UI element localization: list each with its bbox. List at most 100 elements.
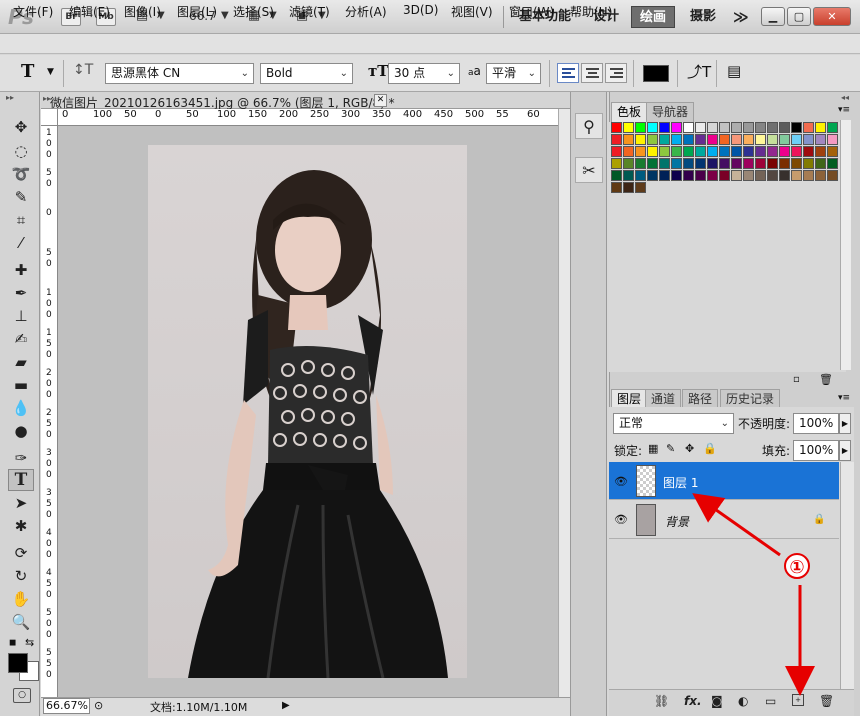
color-swatch[interactable] [695, 134, 706, 145]
color-swatch[interactable] [767, 146, 778, 157]
tab-paths[interactable]: 路径 [682, 389, 719, 409]
character-panel-icon[interactable]: ▤ [727, 62, 741, 80]
color-swatch[interactable] [803, 146, 814, 157]
visibility-eye-icon[interactable]: 👁 [613, 475, 629, 489]
eyedropper-tool-icon[interactable]: ⁄ [8, 232, 34, 254]
color-swatch[interactable] [803, 158, 814, 169]
lock-position-icon[interactable]: ✥ [685, 442, 694, 455]
type-tool-icon[interactable]: T [8, 469, 34, 491]
color-swatch[interactable] [815, 122, 826, 133]
color-swatch[interactable] [815, 170, 826, 181]
adjustment-layer-icon[interactable]: ◐ [738, 694, 748, 708]
color-swatch[interactable] [623, 158, 634, 169]
path-selection-tool-icon[interactable]: ➤ [8, 492, 34, 514]
color-swatch[interactable] [755, 158, 766, 169]
color-swatch[interactable] [635, 170, 646, 181]
color-swatch[interactable] [779, 122, 790, 133]
tab-navigator[interactable]: 导航器 [646, 102, 695, 122]
text-orientation-icon[interactable]: ↕T [73, 62, 93, 78]
color-swatch[interactable] [623, 122, 634, 133]
color-swatch[interactable] [635, 146, 646, 157]
quick-selection-tool-icon[interactable]: ✎ [8, 186, 34, 208]
color-swatch[interactable] [611, 158, 622, 169]
color-swatch[interactable] [695, 146, 706, 157]
color-swatch[interactable] [731, 122, 742, 133]
color-swatch[interactable] [791, 146, 802, 157]
align-right-icon[interactable] [605, 63, 627, 83]
healing-brush-tool-icon[interactable]: ✚ [8, 259, 34, 281]
chevron-down-icon[interactable]: ▼ [47, 67, 54, 77]
color-swatch[interactable] [803, 170, 814, 181]
lock-all-icon[interactable]: 🔒 [703, 442, 717, 455]
color-swatch[interactable] [719, 134, 730, 145]
panel-menu-icon[interactable]: ▾≡ [838, 393, 850, 403]
ruler-origin[interactable] [41, 109, 58, 126]
color-swatch[interactable] [803, 122, 814, 133]
layers-scrollbar[interactable] [840, 462, 854, 689]
layer-name[interactable]: 图层 1 [663, 474, 698, 491]
color-swatch[interactable] [791, 134, 802, 145]
menu-analysis[interactable]: 分析(A) [345, 3, 387, 20]
lasso-tool-icon[interactable]: ➰ [8, 163, 34, 185]
blur-tool-icon[interactable]: 💧 [8, 397, 34, 419]
color-swatch[interactable] [743, 134, 754, 145]
new-group-icon[interactable]: ▭ [765, 694, 776, 708]
tab-layers[interactable]: 图层 [611, 389, 648, 409]
color-swatch[interactable] [767, 158, 778, 169]
type-tool-preset-icon[interactable]: T [21, 61, 34, 82]
menu-select[interactable]: 选择(S) [233, 3, 274, 20]
menu-file[interactable]: 文件(F) [13, 3, 53, 20]
trash-icon[interactable]: 🗑 [819, 373, 833, 386]
color-swatch[interactable] [635, 182, 646, 193]
color-swatch[interactable] [767, 170, 778, 181]
color-swatch[interactable] [815, 146, 826, 157]
color-swatch[interactable] [611, 182, 622, 193]
color-swatch[interactable] [755, 146, 766, 157]
tool-presets-icon[interactable]: ✂ [575, 157, 603, 183]
color-swatch[interactable] [695, 122, 706, 133]
color-swatch[interactable] [635, 158, 646, 169]
color-swatch[interactable] [671, 158, 682, 169]
minimize-icon[interactable]: ▁ [761, 7, 785, 26]
eraser-tool-icon[interactable]: ▰ [8, 351, 34, 373]
color-swatch[interactable] [827, 122, 838, 133]
color-swatch[interactable] [647, 170, 658, 181]
color-swatch[interactable] [623, 182, 634, 193]
opacity-input[interactable]: 100% [793, 413, 839, 434]
layer-style-icon[interactable]: fx. [684, 694, 702, 708]
color-swatch[interactable] [707, 170, 718, 181]
color-swatch[interactable] [707, 146, 718, 157]
brush-tool-icon[interactable]: ✒ [8, 282, 34, 304]
color-swatch[interactable] [731, 134, 742, 145]
trash-icon[interactable]: 🗑 [819, 694, 834, 708]
color-swatch[interactable] [683, 158, 694, 169]
tab-swatches[interactable]: 色板 [611, 102, 648, 122]
color-swatch[interactable] [791, 158, 802, 169]
color-swatch[interactable] [611, 122, 622, 133]
vertical-scrollbar[interactable] [558, 109, 570, 697]
color-swatch[interactable] [767, 122, 778, 133]
chevron-down-icon[interactable]: ▼ [221, 10, 229, 21]
color-swatch[interactable] [779, 134, 790, 145]
blend-mode-select[interactable]: 正常 ⌄ [613, 413, 734, 434]
marquee-tool-icon[interactable]: ◌ [8, 140, 34, 162]
color-swatch[interactable] [755, 170, 766, 181]
menu-window[interactable]: 窗口(W) [509, 3, 554, 20]
default-colors-icon[interactable]: ◼ [9, 638, 16, 648]
anti-alias-select[interactable]: 平滑 ⌄ [486, 63, 541, 84]
gradient-tool-icon[interactable]: ▬ [8, 374, 34, 396]
more-workspaces-icon[interactable]: ≫ [725, 6, 757, 28]
close-icon[interactable]: ✕ [374, 94, 387, 107]
maximize-icon[interactable]: ▢ [787, 7, 811, 26]
menu-filter[interactable]: 滤镜(T) [289, 3, 330, 20]
color-swatch[interactable] [671, 170, 682, 181]
text-color-swatch[interactable] [643, 65, 669, 82]
dodge-tool-icon[interactable]: ● [8, 420, 34, 442]
color-swatch[interactable] [695, 158, 706, 169]
collapse-icon[interactable]: ◂◂ [841, 93, 849, 102]
menu-view[interactable]: 视图(V) [451, 3, 493, 20]
color-swatch[interactable] [707, 158, 718, 169]
color-swatch[interactable] [827, 134, 838, 145]
history-brush-tool-icon[interactable]: ✍ [8, 328, 34, 350]
color-swatch[interactable] [695, 170, 706, 181]
